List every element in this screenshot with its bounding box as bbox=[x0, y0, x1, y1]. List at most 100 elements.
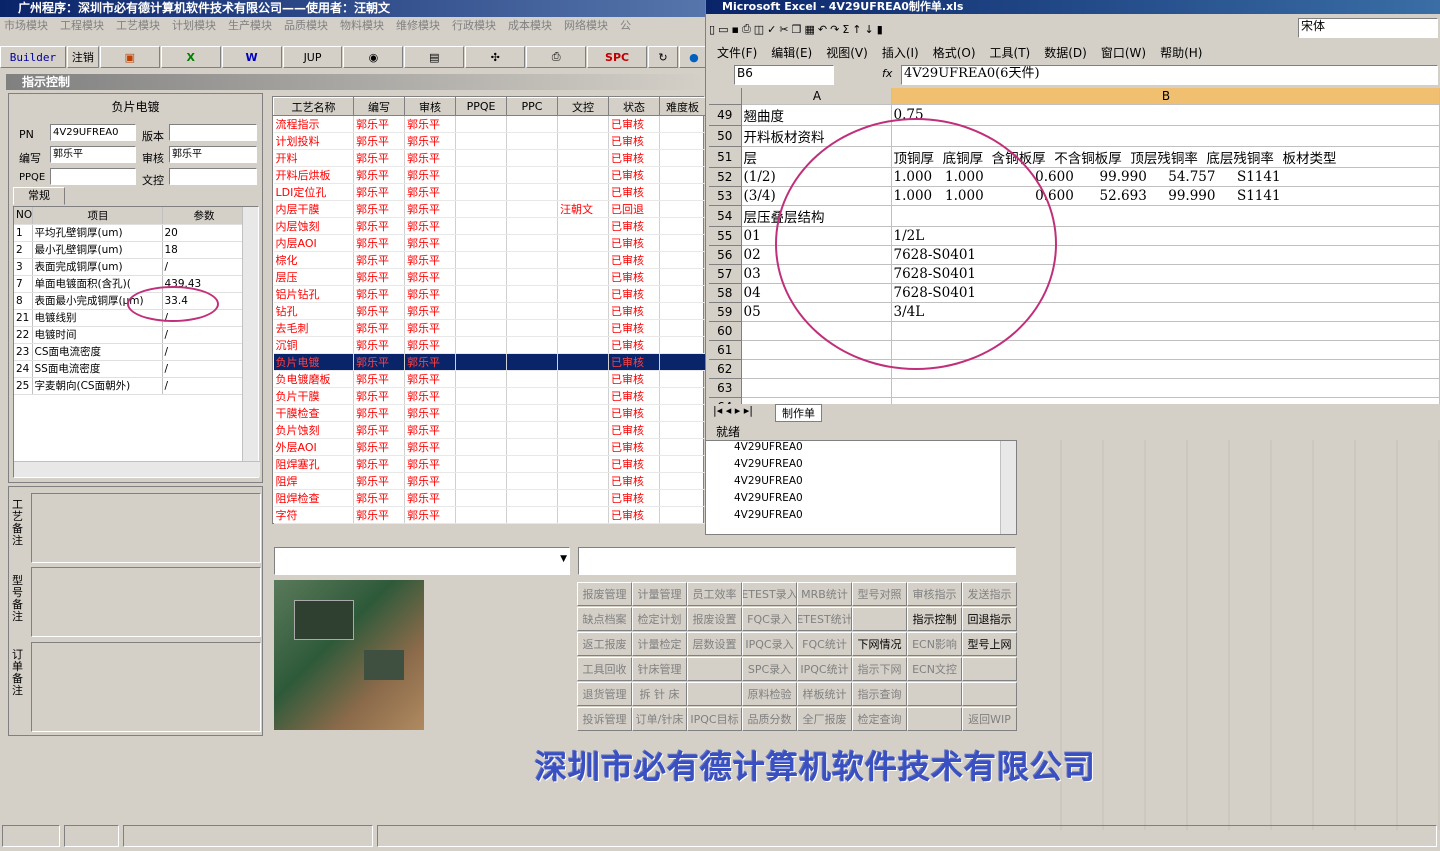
printer-icon[interactable]: ⎙ bbox=[526, 46, 587, 68]
process-column-header[interactable]: 工艺名称 bbox=[273, 97, 354, 116]
function-button[interactable]: 拆 针 床 bbox=[632, 682, 687, 706]
row-header[interactable]: 50 bbox=[709, 125, 742, 147]
word-icon[interactable]: W bbox=[221, 46, 282, 68]
process-row[interactable]: 负片干膜 郭乐平 郭乐平 已审核 bbox=[273, 387, 706, 405]
writer-field[interactable]: 郭乐平 bbox=[50, 146, 136, 163]
sheet-cell[interactable]: 翘曲度 bbox=[741, 104, 892, 126]
refresh-icon[interactable]: ↻ bbox=[648, 46, 678, 68]
process-column-header[interactable]: 文控 bbox=[557, 97, 609, 116]
row-header[interactable]: 59 bbox=[709, 302, 742, 322]
function-button[interactable] bbox=[907, 682, 962, 706]
print-icon[interactable]: ⎙ bbox=[742, 22, 751, 36]
function-button[interactable] bbox=[687, 657, 742, 681]
function-button[interactable]: 报废设置 bbox=[687, 607, 742, 631]
excel-menu-item[interactable]: 文件(F) bbox=[717, 44, 757, 61]
process-row[interactable]: 去毛刺 郭乐平 郭乐平 已审核 bbox=[273, 319, 706, 337]
list-item[interactable]: 4V29UFREA0 bbox=[734, 492, 1016, 509]
module-menu-item[interactable]: 计划模块 bbox=[172, 19, 216, 32]
function-button[interactable]: IPQC统计 bbox=[797, 657, 852, 681]
function-button[interactable]: 审核指示 bbox=[907, 582, 962, 606]
list-item[interactable]: 4V29UFREA0 bbox=[734, 475, 1016, 492]
row-header[interactable]: 49 bbox=[709, 104, 742, 126]
excel-menu-item[interactable]: 插入(I) bbox=[882, 44, 919, 61]
param-row[interactable]: 22 电镀时间 / bbox=[14, 326, 245, 344]
sheet-cell[interactable]: 0.75 bbox=[891, 104, 1440, 126]
function-button[interactable] bbox=[852, 607, 907, 631]
column-header[interactable]: B bbox=[891, 88, 1440, 105]
sort-asc-icon[interactable]: ↑ bbox=[852, 23, 861, 36]
list-item[interactable]: 4V29UFREA0 bbox=[734, 509, 1016, 526]
process-row[interactable]: 计划投料 郭乐平 郭乐平 已审核 bbox=[273, 132, 706, 150]
save-icon[interactable]: ▪ bbox=[731, 23, 738, 36]
function-button[interactable]: 缺点档案 bbox=[577, 607, 632, 631]
search-input[interactable] bbox=[578, 547, 1016, 575]
powerpoint-icon[interactable]: ▣ bbox=[99, 46, 160, 68]
row-header[interactable]: 54 bbox=[709, 205, 742, 227]
row-header[interactable]: 56 bbox=[709, 245, 742, 265]
process-row[interactable]: 内层蚀刻 郭乐平 郭乐平 已审核 bbox=[273, 217, 706, 235]
process-row[interactable]: 开料后烘板 郭乐平 郭乐平 已审核 bbox=[273, 166, 706, 184]
excel-menu-item[interactable]: 数据(D) bbox=[1044, 44, 1087, 61]
function-button[interactable]: 检定计划 bbox=[632, 607, 687, 631]
eye-icon[interactable]: ◉ bbox=[343, 46, 404, 68]
process-row[interactable]: 流程指示 郭乐平 郭乐平 已审核 bbox=[273, 115, 706, 133]
function-button[interactable]: 回退指示 bbox=[962, 607, 1017, 631]
param-row[interactable]: 3 表面完成铜厚(um) / bbox=[14, 258, 245, 276]
function-button[interactable]: 下网情况 bbox=[852, 632, 907, 656]
function-button[interactable]: 计量管理 bbox=[632, 582, 687, 606]
function-button[interactable]: ETEST统计 bbox=[797, 607, 852, 631]
database-icon[interactable]: ▤ bbox=[404, 46, 465, 68]
excel-icon[interactable]: X bbox=[160, 46, 221, 68]
sheet-cell[interactable] bbox=[741, 397, 892, 404]
function-button[interactable]: 全厂报废 bbox=[797, 707, 852, 731]
process-row[interactable]: 内层AOI 郭乐平 郭乐平 已审核 bbox=[273, 234, 706, 252]
function-button[interactable]: ECN影响 bbox=[907, 632, 962, 656]
excel-menu-item[interactable]: 编辑(E) bbox=[771, 44, 812, 61]
row-header[interactable]: 64 bbox=[709, 397, 742, 404]
row-header[interactable]: 55 bbox=[709, 226, 742, 246]
cut-icon[interactable]: ✂ bbox=[779, 23, 788, 36]
excel-menu-item[interactable]: 格式(O) bbox=[933, 44, 976, 61]
row-header[interactable]: 52 bbox=[709, 167, 742, 187]
process-row[interactable]: 负电镀磨板 郭乐平 郭乐平 已审核 bbox=[273, 370, 706, 388]
function-button[interactable]: ECN文控 bbox=[907, 657, 962, 681]
row-header[interactable]: 62 bbox=[709, 359, 742, 379]
font-selector[interactable]: 宋体 bbox=[1298, 18, 1438, 38]
copy-icon[interactable]: ❐ bbox=[792, 23, 802, 36]
row-header[interactable]: 58 bbox=[709, 283, 742, 303]
ppqe-field[interactable] bbox=[50, 168, 136, 185]
paste-icon[interactable]: ▦ bbox=[804, 23, 814, 36]
param-row[interactable]: 2 最小孔壁铜厚(um) 18 bbox=[14, 241, 245, 259]
filter-select[interactable]: ▼ bbox=[274, 547, 570, 575]
process-column-header[interactable]: 审核 bbox=[404, 97, 456, 116]
order-note-field[interactable] bbox=[31, 642, 261, 732]
version-field[interactable] bbox=[169, 124, 257, 141]
function-button[interactable] bbox=[687, 682, 742, 706]
model-note-field[interactable] bbox=[31, 567, 261, 637]
process-row[interactable]: 阻焊检查 郭乐平 郭乐平 已审核 bbox=[273, 489, 706, 507]
param-row[interactable]: 23 CS面电流密度 / bbox=[14, 343, 245, 361]
function-button[interactable]: FQC录入 bbox=[742, 607, 797, 631]
function-button[interactable]: FQC统计 bbox=[797, 632, 852, 656]
process-row[interactable]: 阻焊塞孔 郭乐平 郭乐平 已审核 bbox=[273, 455, 706, 473]
wenkong-field[interactable] bbox=[169, 168, 257, 185]
row-header[interactable]: 63 bbox=[709, 378, 742, 398]
process-row[interactable]: 内层干膜 郭乐平 郭乐平 汪朝文 已回退 bbox=[273, 200, 706, 218]
function-button[interactable]: IPQC目标 bbox=[687, 707, 742, 731]
function-button[interactable]: 员工效率 bbox=[687, 582, 742, 606]
excel-menu-item[interactable]: 窗口(W) bbox=[1101, 44, 1146, 61]
function-button[interactable]: 返工报废 bbox=[577, 632, 632, 656]
function-button[interactable]: 发送指示 bbox=[962, 582, 1017, 606]
process-column-header[interactable]: PPQE bbox=[455, 97, 507, 116]
param-row[interactable]: 24 SS面电流密度 / bbox=[14, 360, 245, 378]
module-menu-item[interactable]: 生产模块 bbox=[228, 19, 272, 32]
process-row[interactable]: 负片电镀 郭乐平 郭乐平 已审核 bbox=[273, 353, 706, 371]
redo-icon[interactable]: ↷ bbox=[830, 23, 839, 36]
param-row[interactable]: 1 平均孔壁铜厚(um) 20 bbox=[14, 224, 245, 242]
function-button[interactable]: IPQC录入 bbox=[742, 632, 797, 656]
function-button[interactable]: 型号对照 bbox=[852, 582, 907, 606]
module-menu-item[interactable]: 工程模块 bbox=[60, 19, 104, 32]
sheet-nav-icon[interactable]: |◂ ◂ ▸ ▸| bbox=[713, 404, 753, 417]
list-item[interactable]: 4V29UFREA0 bbox=[734, 458, 1016, 475]
row-header[interactable]: 53 bbox=[709, 186, 742, 206]
